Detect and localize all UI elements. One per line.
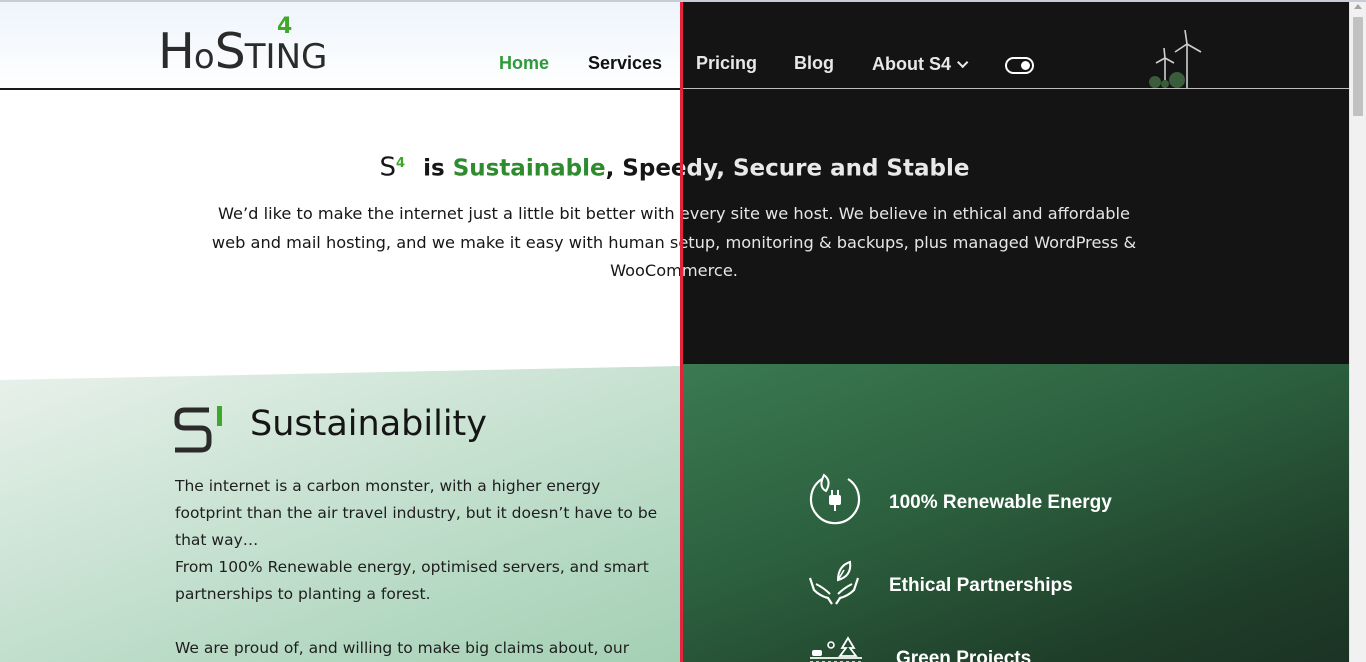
sustainability-paragraph-1: The internet is a carbon monster, with a… — [175, 477, 658, 549]
hero-line-2: web and mail hosting, and we make it eas… — [211, 232, 681, 252]
scrollbar-thumb[interactable] — [1353, 17, 1363, 116]
hands-leaf-icon — [808, 560, 860, 605]
s4-superscript: 4 — [396, 156, 406, 171]
feature-label: 100% Renewable Energy — [889, 492, 1112, 513]
hero-line-3-dark: WooCommerce. — [681, 261, 738, 280]
renewable-plug-icon — [809, 473, 861, 525]
hero-description: We’d like to make the internet just a li… — [198, 200, 681, 286]
theme-split-divider[interactable] — [680, 0, 683, 662]
hero-line-2-dark: web and mail hosting, and we make it eas… — [681, 232, 1137, 252]
hero-title-is: is — [423, 155, 445, 182]
hero-description-dark: We’d like to make the internet just a li… — [681, 200, 1150, 286]
hero-title: S4 is Sustainable, Speedy, Secure and St… — [0, 148, 681, 185]
feature-label: Ethical Partnerships — [889, 575, 1073, 596]
hero-title-rest-dark: , Speedy, Secure and Stable — [681, 155, 970, 182]
hero-line-1: We’d like to make the internet just a li… — [218, 204, 681, 223]
s4-mark: S — [379, 152, 396, 183]
hero-title-rest: , Speedy, Secure and Stable — [605, 155, 681, 182]
green-projects-icon — [810, 636, 862, 662]
scroll-up-arrow-icon[interactable] — [1354, 4, 1362, 9]
sustainability-paragraph-2: From 100% Renewable energy, optimised se… — [175, 558, 649, 603]
hero-line-3: WooCommerce. — [610, 261, 681, 280]
feature-label: Green Projects — [896, 648, 1032, 662]
window-top-border — [0, 0, 1366, 2]
sustainability-title: Sustainability — [250, 404, 487, 444]
hero-title-sustainable: Sustainable — [452, 155, 606, 182]
hero-line-1-dark: We’d like to make the internet just a li… — [681, 204, 1130, 223]
sustainability-paragraph-3: We are proud of, and willing to make big… — [175, 639, 630, 657]
s1-badge-icon — [174, 406, 222, 453]
vertical-scrollbar[interactable] — [1349, 0, 1366, 662]
hero-title-dark: S4 is Sustainable, Speedy, Secure and St… — [681, 148, 1349, 185]
s1-badge: S 1 — [173, 404, 229, 458]
hero-dark: S4 is Sustainable, Speedy, Secure and St… — [681, 0, 1349, 662]
